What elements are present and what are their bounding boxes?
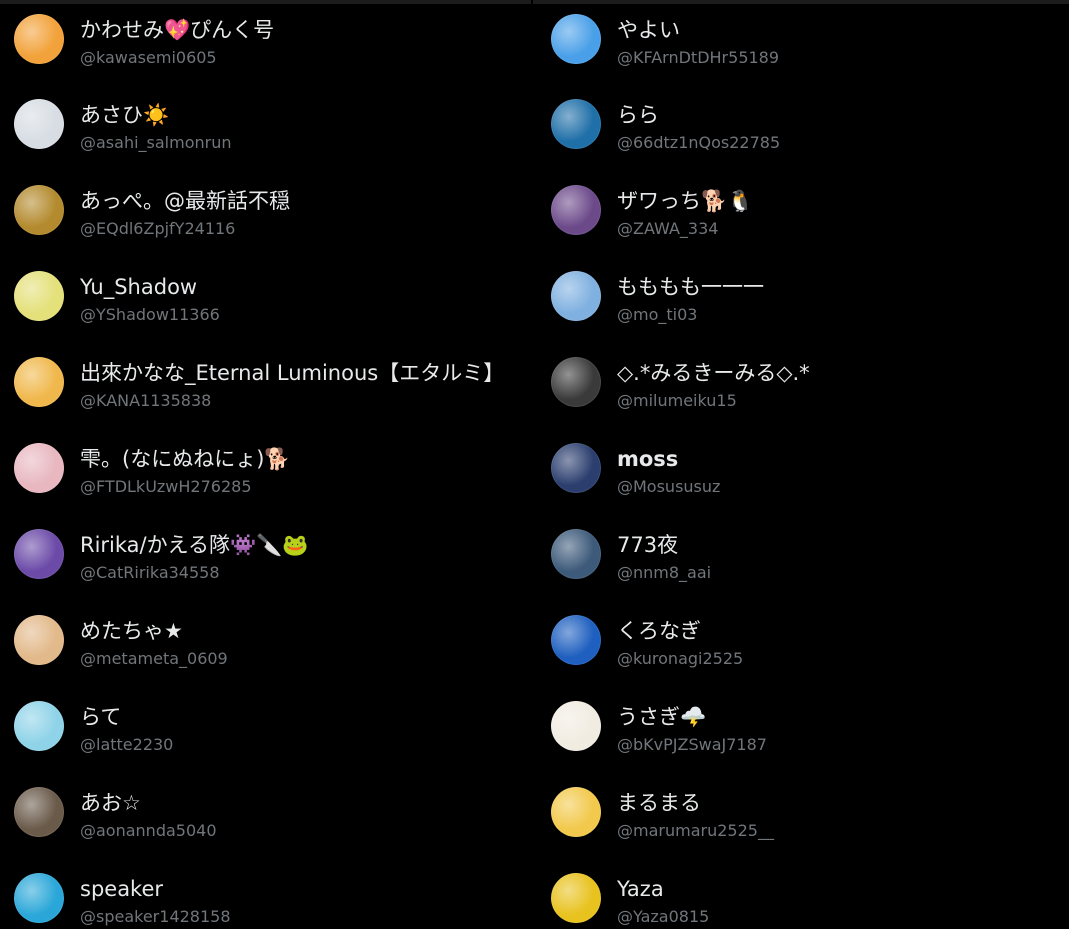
user-handle[interactable]: @aonannda5040 bbox=[80, 821, 217, 841]
display-name[interactable]: ◇.*みるきーみる◇.* bbox=[617, 359, 810, 387]
character-avatar[interactable] bbox=[14, 357, 64, 407]
user-handle[interactable]: @mo_ti03 bbox=[617, 305, 697, 325]
user-row[interactable]: らら @66dtz1nQos22785 bbox=[551, 99, 1061, 155]
user-row[interactable]: moss @Mosususuz bbox=[551, 443, 1061, 499]
user-handle[interactable]: @kuronagi2525 bbox=[617, 649, 743, 669]
user-handle[interactable]: @66dtz1nQos22785 bbox=[617, 133, 780, 153]
character-avatar[interactable] bbox=[551, 615, 601, 665]
display-name[interactable]: あさひ☀️ bbox=[80, 101, 169, 129]
character-avatar[interactable] bbox=[14, 529, 64, 579]
desert-avatar[interactable] bbox=[14, 615, 64, 665]
display-name[interactable]: speaker bbox=[80, 875, 163, 903]
character-avatar[interactable] bbox=[14, 185, 64, 235]
user-row[interactable]: うさぎ🌩️ @bKvPJZSwaJ7187 bbox=[551, 701, 1061, 757]
display-name[interactable]: もももも一一一 bbox=[617, 273, 764, 301]
user-handle[interactable]: @YShadow11366 bbox=[80, 305, 220, 325]
user-row[interactable]: 773夜 @nnm8_aai bbox=[551, 529, 1061, 585]
display-name[interactable]: 出來かなな_Eternal Luminous【エタルミ】 bbox=[80, 359, 504, 387]
user-handle[interactable]: @Yaza0815 bbox=[617, 907, 709, 927]
character-avatar[interactable] bbox=[14, 99, 64, 149]
display-name[interactable]: くろなぎ bbox=[617, 617, 701, 645]
user-handle[interactable]: @metameta_0609 bbox=[80, 649, 228, 669]
user-row[interactable]: めたちゃ★ @metameta_0609 bbox=[14, 615, 524, 671]
character-avatar[interactable] bbox=[551, 873, 601, 923]
user-handle[interactable]: @KFArnDtDHr55189 bbox=[617, 48, 779, 68]
user-row[interactable]: やよい @KFArnDtDHr55189 bbox=[551, 14, 1061, 70]
display-name[interactable]: めたちゃ★ bbox=[80, 617, 183, 645]
user-handle[interactable]: @nnm8_aai bbox=[617, 563, 711, 583]
user-row[interactable]: speaker @speaker1428158 bbox=[14, 873, 524, 929]
user-row[interactable]: あっぺ。@最新話不穏 @EQdl6ZpjfY24116 bbox=[14, 185, 524, 241]
display-name[interactable]: あお☆ bbox=[80, 789, 141, 817]
display-name[interactable]: まるまる bbox=[617, 789, 701, 817]
display-name[interactable]: かわせみ💖ぴんく号 bbox=[80, 16, 274, 44]
display-name[interactable]: うさぎ🌩️ bbox=[617, 703, 706, 731]
character-avatar[interactable] bbox=[14, 271, 64, 321]
display-name[interactable]: ザワっち🐕🐧 bbox=[617, 187, 753, 215]
user-handle[interactable]: @marumaru2525__ bbox=[617, 821, 774, 841]
user-handle[interactable]: @FTDLkUzwH276285 bbox=[80, 477, 252, 497]
user-row[interactable]: あさひ☀️ @asahi_salmonrun bbox=[14, 99, 524, 155]
display-name[interactable]: やよい bbox=[617, 16, 680, 44]
user-handle[interactable]: @bKvPJZSwaJ7187 bbox=[617, 735, 767, 755]
display-name[interactable]: 773夜 bbox=[617, 531, 678, 559]
user-row[interactable]: 雫。(なにぬねにょ)🐕 @FTDLkUzwH276285 bbox=[14, 443, 524, 499]
user-row[interactable]: くろなぎ @kuronagi2525 bbox=[551, 615, 1061, 671]
character-avatar[interactable] bbox=[14, 443, 64, 493]
display-name[interactable]: moss bbox=[617, 445, 678, 473]
user-handle[interactable]: @milumeiku15 bbox=[617, 391, 737, 411]
user-handle[interactable]: @EQdl6ZpjfY24116 bbox=[80, 219, 235, 239]
character-avatar[interactable] bbox=[551, 271, 601, 321]
user-row[interactable]: ◇.*みるきーみる◇.* @milumeiku15 bbox=[551, 357, 1061, 413]
user-row[interactable]: Ririka/かえる隊👾🔪🐸 @CatRirika34558 bbox=[14, 529, 524, 585]
user-row[interactable]: あお☆ @aonannda5040 bbox=[14, 787, 524, 843]
top-divider-right bbox=[533, 0, 1069, 4]
user-row[interactable]: かわせみ💖ぴんく号 @kawasemi0605 bbox=[14, 14, 524, 70]
user-handle[interactable]: @KANA1135838 bbox=[80, 391, 211, 411]
character-avatar[interactable] bbox=[551, 185, 601, 235]
character-avatar[interactable] bbox=[14, 14, 64, 64]
display-name[interactable]: 雫。(なにぬねにょ)🐕 bbox=[80, 445, 291, 473]
sky-avatar[interactable] bbox=[551, 14, 601, 64]
top-divider-left bbox=[0, 0, 531, 4]
character-avatar[interactable] bbox=[551, 529, 601, 579]
user-row[interactable]: まるまる @marumaru2525__ bbox=[551, 787, 1061, 843]
user-handle[interactable]: @kawasemi0605 bbox=[80, 48, 217, 68]
character-avatar[interactable] bbox=[551, 787, 601, 837]
user-row[interactable]: もももも一一一 @mo_ti03 bbox=[551, 271, 1061, 327]
display-name[interactable]: Yu_Shadow bbox=[80, 273, 197, 301]
user-handle[interactable]: @Mosususuz bbox=[617, 477, 720, 497]
user-row[interactable]: らて @latte2230 bbox=[14, 701, 524, 757]
user-handle[interactable]: @ZAWA_334 bbox=[617, 219, 718, 239]
user-row[interactable]: ザワっち🐕🐧 @ZAWA_334 bbox=[551, 185, 1061, 241]
display-name[interactable]: Ririka/かえる隊👾🔪🐸 bbox=[80, 531, 308, 559]
display-name[interactable]: らら bbox=[617, 101, 659, 129]
user-row[interactable]: 出來かなな_Eternal Luminous【エタルミ】 @KANA1135838 bbox=[14, 357, 524, 413]
user-handle[interactable]: @asahi_salmonrun bbox=[80, 133, 232, 153]
character-avatar[interactable] bbox=[551, 357, 601, 407]
user-handle[interactable]: @CatRirika34558 bbox=[80, 563, 220, 583]
display-name[interactable]: らて bbox=[80, 703, 121, 731]
display-name[interactable]: あっぺ。@最新話不穏 bbox=[80, 187, 290, 215]
user-row[interactable]: Yu_Shadow @YShadow11366 bbox=[14, 271, 524, 327]
user-handle[interactable]: @latte2230 bbox=[80, 735, 173, 755]
rabbit-avatar[interactable] bbox=[551, 701, 601, 751]
sky-avatar[interactable] bbox=[551, 99, 601, 149]
character-avatar[interactable] bbox=[551, 443, 601, 493]
character-avatar[interactable] bbox=[14, 701, 64, 751]
display-name[interactable]: Yaza bbox=[617, 875, 664, 903]
character-avatar[interactable] bbox=[14, 873, 64, 923]
user-row[interactable]: Yaza @Yaza0815 bbox=[551, 873, 1061, 929]
user-handle[interactable]: @speaker1428158 bbox=[80, 907, 231, 927]
character-avatar[interactable] bbox=[14, 787, 64, 837]
